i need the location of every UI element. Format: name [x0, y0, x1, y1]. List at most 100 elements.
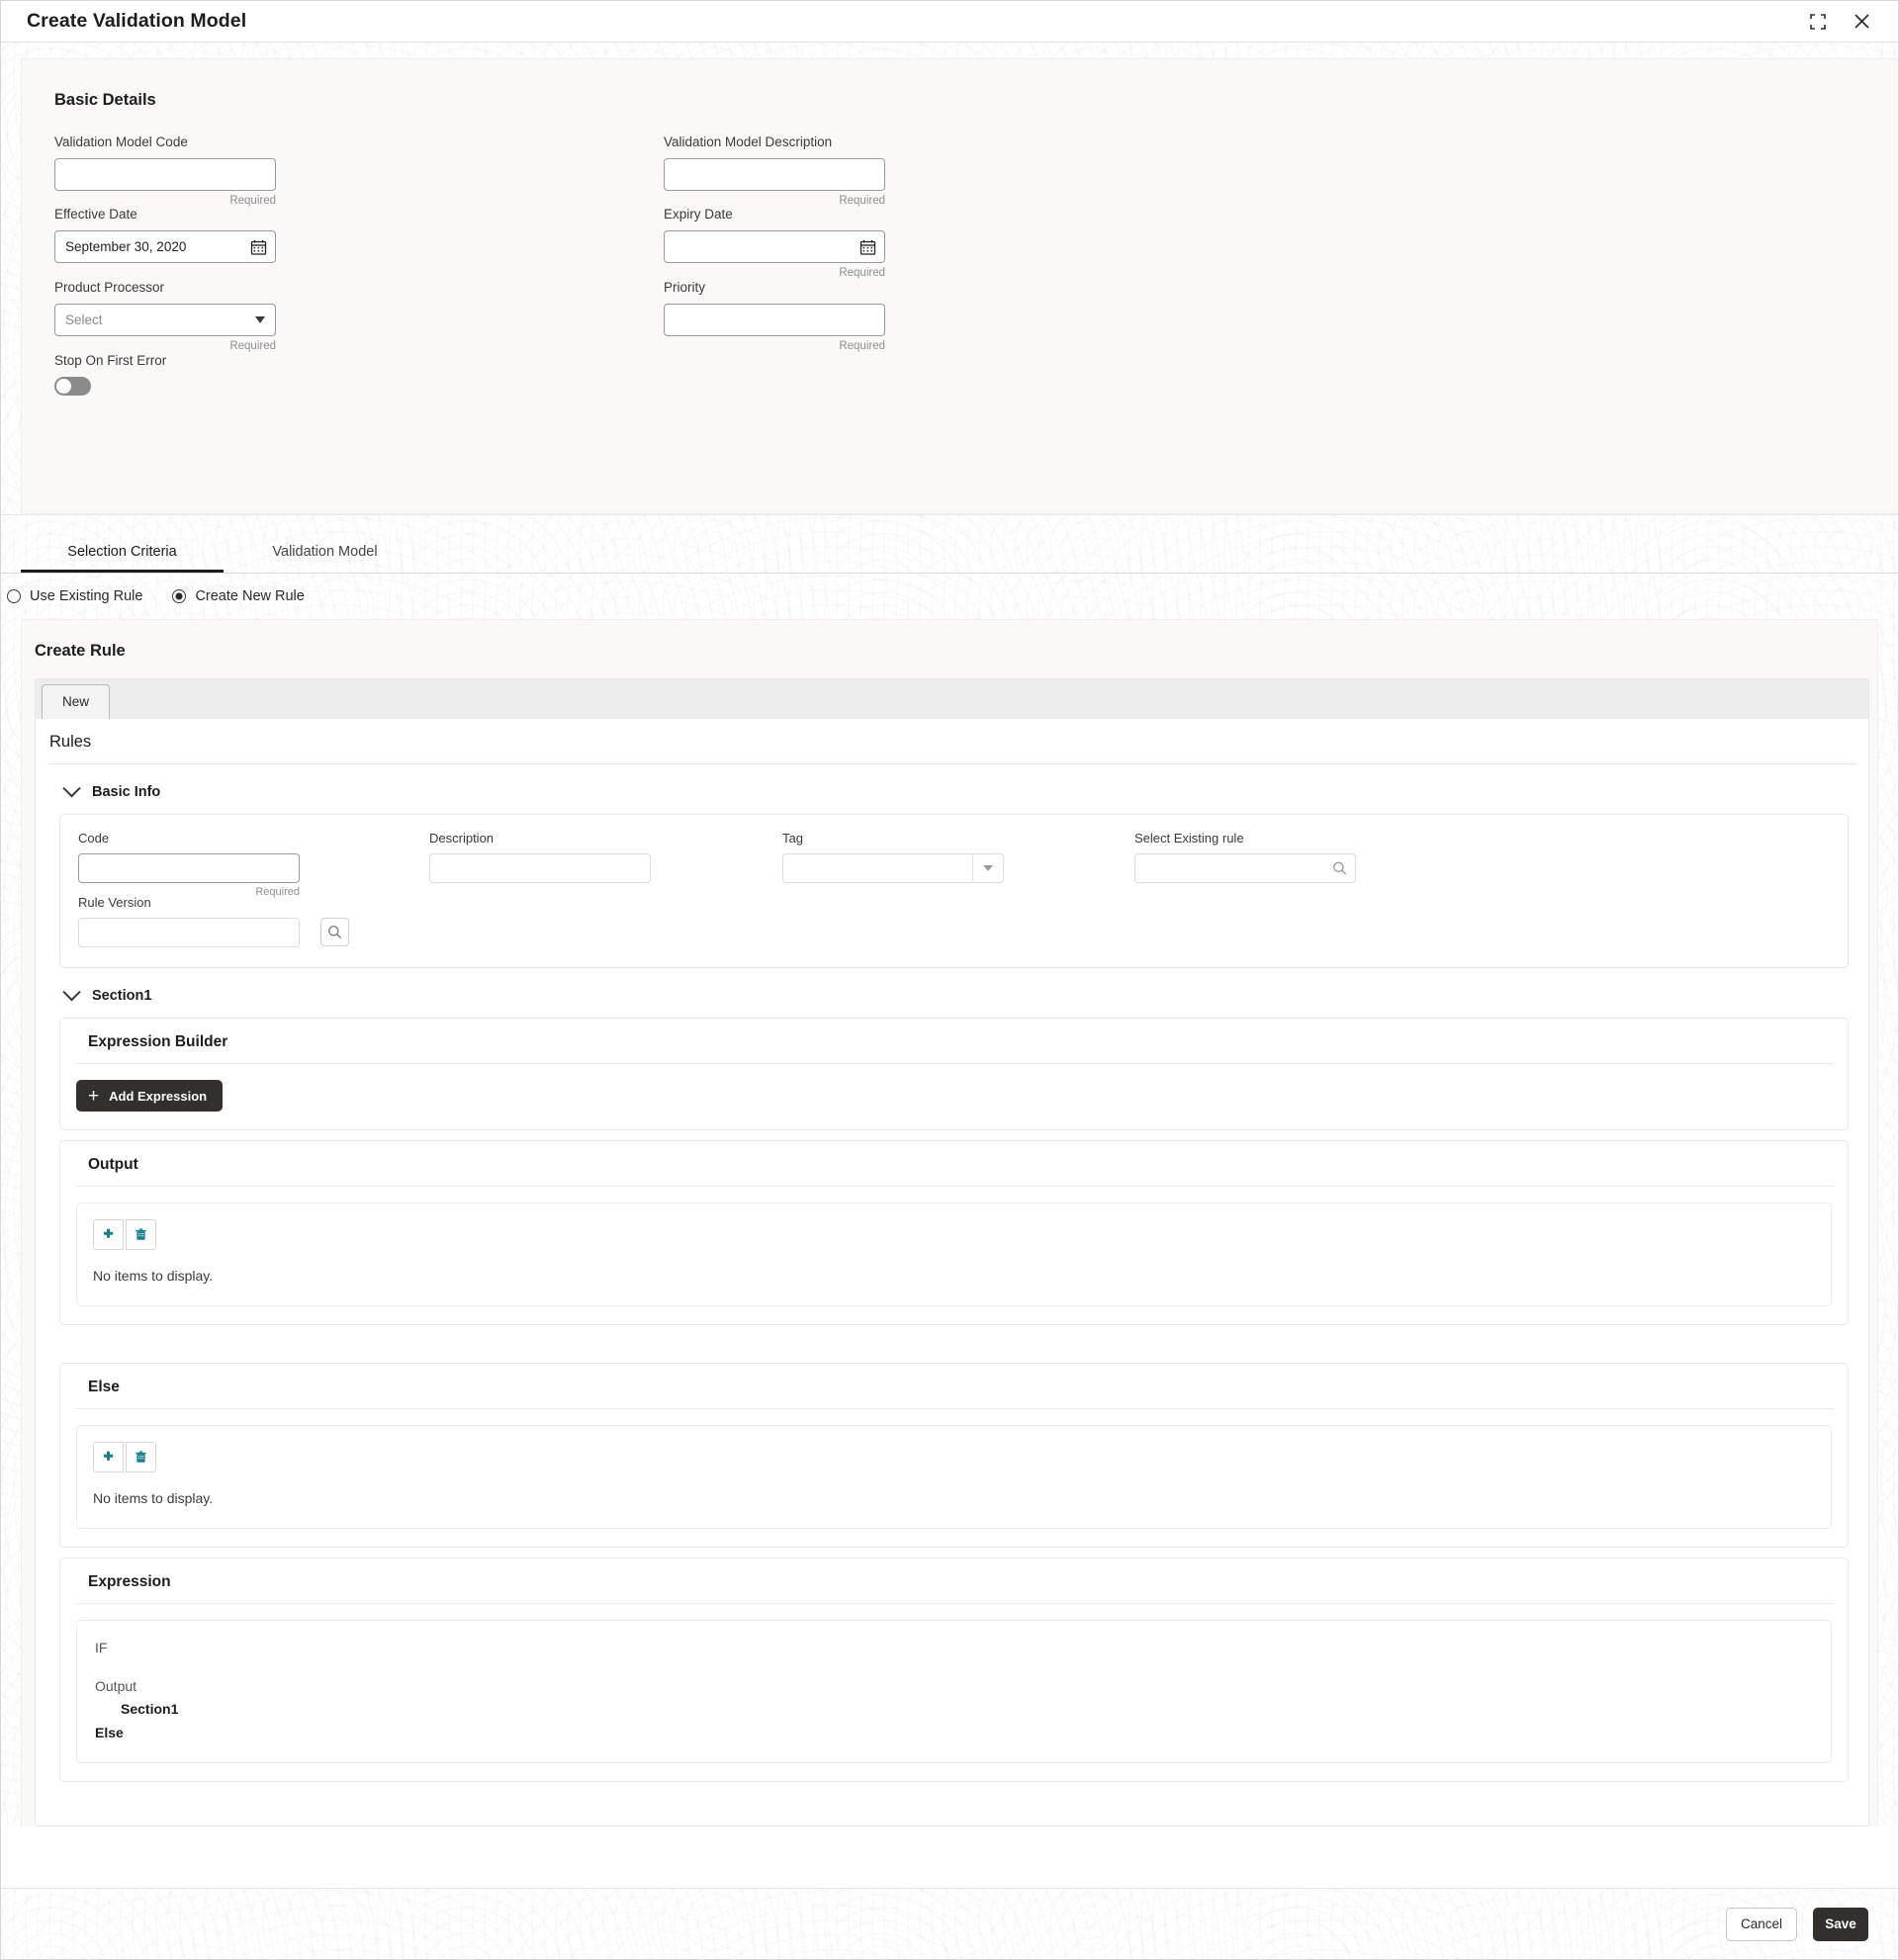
output-title: Output	[74, 1141, 1834, 1187]
validation-model-code-hint: Required	[229, 195, 276, 207]
chevron-down-icon	[62, 982, 81, 1001]
tab-selection-criteria[interactable]: Selection Criteria	[21, 544, 224, 574]
calendar-icon[interactable]	[250, 238, 267, 255]
priority-input[interactable]	[664, 304, 885, 336]
section1-heading: Section1	[92, 988, 152, 1004]
expression-section: Section1	[121, 1701, 179, 1718]
tab-list: Selection Criteria Validation Model	[1, 515, 1898, 574]
radio-label-create-new-rule: Create New Rule	[195, 588, 305, 604]
field-description: Description	[429, 831, 651, 883]
window-titlebar: Create Validation Model	[1, 1, 1898, 43]
output-add-button[interactable]	[93, 1219, 124, 1250]
field-validation-model-description: Validation Model Description Required	[664, 134, 885, 207]
expression-if: IF	[95, 1640, 108, 1655]
new-button[interactable]: New	[42, 684, 111, 719]
expiry-date-label: Expiry Date	[664, 207, 733, 222]
field-stop-on-first-error: Stop On First Error	[54, 353, 166, 396]
description-input[interactable]	[429, 853, 651, 883]
validation-model-code-input[interactable]	[54, 158, 276, 191]
else-title: Else	[74, 1364, 1834, 1409]
section1-accordion-header[interactable]: Section1	[49, 968, 1856, 1018]
rule-version-search-button-wrap	[320, 918, 349, 946]
add-expression-label: Add Expression	[109, 1088, 208, 1104]
create-rule-region: Create Rule New Rules Basic Info Code Re…	[1, 619, 1898, 1826]
window-controls	[1805, 9, 1884, 35]
field-tag: Tag	[782, 831, 1004, 883]
basic-details-heading: Basic Details	[54, 91, 156, 109]
validation-model-code-label: Validation Model Code	[54, 134, 188, 149]
stop-on-first-error-label: Stop On First Error	[54, 353, 167, 368]
create-rule-heading: Create Rule	[35, 642, 126, 660]
select-existing-rule-input[interactable]	[1134, 853, 1356, 883]
radio-use-existing-rule[interactable]: Use Existing Rule	[7, 588, 142, 604]
output-delete-button[interactable]	[126, 1219, 156, 1250]
chevron-down-icon	[62, 778, 81, 797]
else-inner-box: No items to display.	[76, 1425, 1832, 1529]
expression-builder-body: + Add Expression	[60, 1064, 1848, 1129]
rule-version-search-button[interactable]	[320, 918, 349, 946]
collapse-corners-icon[interactable]	[1805, 9, 1831, 35]
effective-date-label: Effective Date	[54, 207, 137, 222]
rules-heading: Rules	[49, 733, 1856, 764]
rule-version-input[interactable]	[78, 918, 300, 947]
radio-create-new-rule[interactable]: Create New Rule	[172, 588, 305, 604]
else-add-button[interactable]	[93, 1442, 124, 1472]
dialog-footer: Cancel Save	[1, 1888, 1898, 1959]
product-processor-label: Product Processor	[54, 280, 165, 295]
field-expiry-date: Expiry Date Required	[664, 207, 885, 279]
else-body: No items to display.	[60, 1409, 1848, 1547]
basic-info-box: Code Required Description Tag Select Exi…	[59, 814, 1849, 968]
field-priority: Priority Required	[664, 280, 885, 352]
rule-version-label: Rule Version	[78, 895, 151, 910]
effective-date-input[interactable]	[54, 230, 276, 263]
basic-info-grid: Code Required Description Tag Select Exi…	[78, 831, 1830, 947]
rule-panel: New Rules Basic Info Code Required Descr…	[35, 678, 1869, 1826]
code-input[interactable]	[78, 853, 300, 883]
field-validation-model-code: Validation Model Code Required	[54, 134, 276, 207]
expression-builder-title: Expression Builder	[74, 1019, 1834, 1064]
output-toolbar	[93, 1219, 1815, 1250]
calendar-icon[interactable]	[859, 238, 876, 255]
output-body: No items to display.	[60, 1187, 1848, 1324]
create-rule-card: Create Rule New Rules Basic Info Code Re…	[21, 619, 1878, 1826]
radio-icon-use-existing-rule	[7, 589, 21, 603]
basic-details-card: Basic Details Validation Model Code Requ…	[21, 58, 1898, 514]
output-inner-box: No items to display.	[76, 1203, 1832, 1306]
output-card: Output No items to display.	[59, 1140, 1849, 1325]
tag-select[interactable]	[782, 853, 1004, 883]
product-processor-select[interactable]: Select	[54, 304, 276, 336]
save-button[interactable]: Save	[1813, 1907, 1868, 1941]
tab-validation-model[interactable]: Validation Model	[224, 544, 426, 574]
tag-label: Tag	[782, 831, 803, 846]
chevron-down-icon	[255, 316, 265, 323]
field-product-processor: Product Processor Select Required	[54, 280, 276, 352]
validation-model-description-hint: Required	[839, 195, 885, 207]
page-title: Create Validation Model	[27, 10, 247, 32]
close-icon[interactable]	[1849, 9, 1874, 35]
basic-info-accordion-header[interactable]: Basic Info	[49, 764, 1856, 814]
select-existing-rule-label: Select Existing rule	[1134, 831, 1244, 846]
rule-toolbar: New	[36, 679, 1868, 719]
expression-preview-body: IF Output Section1 Else	[60, 1604, 1848, 1781]
expiry-date-hint: Required	[839, 267, 885, 279]
add-expression-button[interactable]: + Add Expression	[76, 1080, 224, 1112]
radio-icon-create-new-rule	[172, 589, 187, 603]
else-card: Else No items to display.	[59, 1363, 1849, 1548]
cancel-button[interactable]: Cancel	[1726, 1907, 1797, 1941]
tabs-region: Selection Criteria Validation Model	[1, 514, 1898, 574]
stop-on-first-error-toggle[interactable]	[54, 377, 91, 396]
plus-icon: +	[88, 1085, 100, 1107]
basic-details-region: Basic Details Validation Model Code Requ…	[1, 43, 1898, 514]
priority-label: Priority	[664, 280, 706, 295]
else-delete-button[interactable]	[126, 1442, 156, 1472]
field-rule-version: Rule Version	[78, 895, 300, 947]
validation-model-description-input[interactable]	[664, 158, 885, 191]
product-processor-hint: Required	[229, 340, 276, 352]
expression-builder-card: Expression Builder + Add Expression	[59, 1018, 1849, 1130]
code-label: Code	[78, 831, 110, 846]
basic-info-heading: Basic Info	[92, 784, 161, 800]
product-processor-value: Select	[65, 312, 103, 327]
search-icon[interactable]	[1332, 861, 1347, 876]
expiry-date-input[interactable]	[664, 230, 885, 263]
description-label: Description	[429, 831, 495, 846]
